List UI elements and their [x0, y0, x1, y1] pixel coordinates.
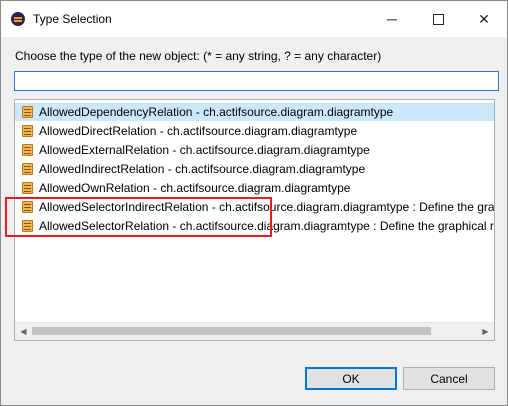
minimize-button[interactable]: ─ — [369, 1, 415, 37]
list-item-label: AllowedSelectorRelation - ch.actifsource… — [39, 219, 494, 233]
minimize-icon: ─ — [387, 11, 397, 27]
title-bar[interactable]: Type Selection ─ ✕ — [1, 1, 507, 37]
list-item[interactable]: AllowedDirectRelation - ch.actifsource.d… — [15, 122, 494, 140]
class-icon — [21, 200, 35, 214]
list-item-label: AllowedSelectorIndirectRelation - ch.act… — [39, 200, 494, 214]
class-icon — [21, 162, 35, 176]
list-item[interactable]: AllowedSelectorIndirectRelation - ch.act… — [15, 198, 494, 216]
type-selection-dialog: Type Selection ─ ✕ Choose the type of th… — [0, 0, 508, 406]
list-item-label: AllowedOwnRelation - ch.actifsource.diag… — [39, 181, 351, 195]
list-item-label: AllowedDirectRelation - ch.actifsource.d… — [39, 124, 358, 138]
class-icon — [21, 219, 35, 233]
cancel-button[interactable]: Cancel — [403, 367, 495, 390]
list-item[interactable]: AllowedExternalRelation - ch.actifsource… — [15, 141, 494, 159]
class-icon — [21, 143, 35, 157]
maximize-icon — [432, 13, 444, 25]
close-button[interactable]: ✕ — [461, 1, 507, 37]
list-item[interactable]: AllowedSelectorRelation - ch.actifsource… — [15, 217, 494, 235]
list-item-label: AllowedIndirectRelation - ch.actifsource… — [39, 162, 366, 176]
list-item-label: AllowedDependencyRelation - ch.actifsour… — [39, 105, 394, 119]
list-item-label: AllowedExternalRelation - ch.actifsource… — [39, 143, 370, 157]
ok-button[interactable]: OK — [305, 367, 397, 390]
class-icon — [21, 181, 35, 195]
class-icon — [21, 105, 35, 119]
scrollbar-thumb[interactable] — [32, 327, 431, 335]
close-icon: ✕ — [478, 10, 490, 27]
list-item[interactable]: AllowedDependencyRelation - ch.actifsour… — [15, 103, 494, 121]
type-list[interactable]: AllowedDependencyRelation - ch.actifsour… — [14, 99, 495, 341]
scroll-left-icon[interactable]: ◀ — [15, 323, 32, 340]
horizontal-scrollbar[interactable]: ◀ ▶ — [15, 322, 494, 340]
type-filter-input[interactable] — [14, 71, 499, 91]
maximize-button[interactable] — [415, 1, 461, 37]
scroll-right-icon[interactable]: ▶ — [477, 323, 494, 340]
prompt-label: Choose the type of the new object: (* = … — [15, 49, 382, 63]
window-title: Type Selection — [33, 12, 112, 26]
class-icon — [21, 124, 35, 138]
list-item[interactable]: AllowedIndirectRelation - ch.actifsource… — [15, 160, 494, 178]
eclipse-icon — [11, 12, 25, 26]
list-item[interactable]: AllowedOwnRelation - ch.actifsource.diag… — [15, 179, 494, 197]
